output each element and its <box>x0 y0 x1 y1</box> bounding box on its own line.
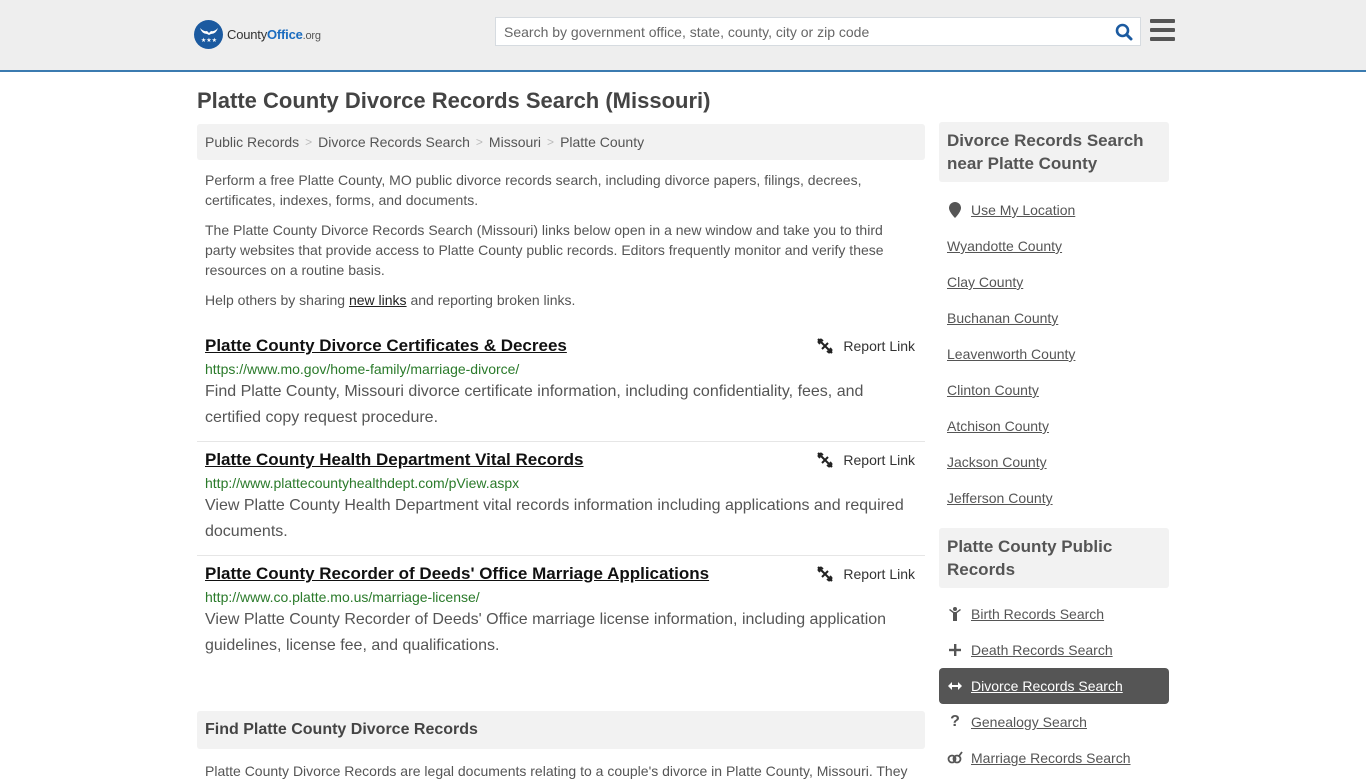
cross-icon <box>947 644 963 656</box>
menu-bar-icon <box>1150 19 1175 23</box>
sidebar: Divorce Records Search near Platte Count… <box>939 122 1169 776</box>
main-content: Public Records > Divorce Records Search … <box>197 124 925 781</box>
sidebar-item-death-records[interactable]: Death Records Search <box>939 632 1169 668</box>
child-icon <box>947 607 963 621</box>
nearby-county-item: Jefferson County <box>939 480 1169 516</box>
breadcrumb-separator: > <box>305 135 313 149</box>
menu-bar-icon <box>1150 37 1175 41</box>
share-links-paragraph: Help others by sharing new links and rep… <box>205 292 576 308</box>
intro-paragraph: Perform a free Platte County, MO public … <box>205 172 862 208</box>
find-records-heading: Find Platte County Divorce Records <box>197 711 925 749</box>
sidebar-link[interactable]: Divorce Records Search <box>971 678 1123 694</box>
sidebar-link[interactable]: Genealogy Search <box>971 714 1087 730</box>
breadcrumb-platte-county[interactable]: Platte County <box>560 134 644 150</box>
breadcrumb-divorce-records-search[interactable]: Divorce Records Search <box>318 134 470 150</box>
nearby-county-link[interactable]: Wyandotte County <box>947 238 1062 254</box>
result-title-link[interactable]: Platte County Recorder of Deeds' Office … <box>205 564 709 584</box>
result-item: Platte County Divorce Certificates & Dec… <box>197 328 925 442</box>
use-my-location-link[interactable]: Use My Location <box>971 202 1075 218</box>
question-icon: ? <box>950 713 960 730</box>
nearby-county-item: Leavenworth County <box>939 336 1169 372</box>
intro: Perform a free Platte County, MO public … <box>197 170 925 310</box>
nearby-county-link[interactable]: Clinton County <box>947 382 1039 398</box>
use-my-location-item: Use My Location <box>939 192 1169 228</box>
nearby-county-item: Jackson County <box>939 444 1169 480</box>
page-title: Platte County Divorce Records Search (Mi… <box>197 88 711 113</box>
result-item: Platte County Health Department Vital Re… <box>197 442 925 556</box>
nearby-county-link[interactable]: Atchison County <box>947 418 1049 434</box>
logo-eagle-icon: ★★★ <box>194 20 223 49</box>
nearby-county-link[interactable]: Clay County <box>947 274 1023 290</box>
sidebar-item-divorce-records[interactable]: Divorce Records Search <box>939 668 1169 704</box>
public-records-heading: Platte County Public Records <box>939 528 1169 588</box>
nearby-county-item: Atchison County <box>939 408 1169 444</box>
nearby-county-item: Clay County <box>939 264 1169 300</box>
nearby-county-link[interactable]: Leavenworth County <box>947 346 1075 362</box>
result-title-link[interactable]: Platte County Health Department Vital Re… <box>205 450 584 470</box>
breadcrumb: Public Records > Divorce Records Search … <box>197 124 925 160</box>
menu-bar-icon <box>1150 28 1175 32</box>
site-header: ★★★ CountyOffice.org <box>0 0 1366 72</box>
find-records-body: Platte County Divorce Records are legal … <box>205 763 908 779</box>
public-records-list: Birth Records Search Death Records Searc… <box>939 588 1169 776</box>
result-url: http://www.co.platte.mo.us/marriage-lice… <box>205 589 480 605</box>
breadcrumb-missouri[interactable]: Missouri <box>489 134 541 150</box>
search-button[interactable] <box>1108 18 1140 45</box>
logo-text: CountyOffice.org <box>227 27 321 42</box>
result-title-link[interactable]: Platte County Divorce Certificates & Dec… <box>205 336 567 356</box>
nearby-county-link[interactable]: Jefferson County <box>947 490 1053 506</box>
map-marker-icon <box>947 202 963 218</box>
intro-paragraph: The Platte County Divorce Records Search… <box>205 222 884 278</box>
sidebar-link[interactable]: Marriage Records Search <box>971 750 1131 766</box>
report-link-button[interactable]: Report Link <box>817 336 915 356</box>
report-link-button[interactable]: Report Link <box>817 450 915 470</box>
search-icon <box>1115 23 1133 40</box>
nearby-county-item: Clinton County <box>939 372 1169 408</box>
sidebar-item-marriage-records[interactable]: Marriage Records Search <box>939 740 1169 776</box>
nearby-county-link[interactable]: Jackson County <box>947 454 1047 470</box>
result-description: View Platte County Recorder of Deeds' Of… <box>205 611 887 654</box>
result-item: Platte County Recorder of Deeds' Office … <box>197 556 925 669</box>
nearby-county-item: Buchanan County <box>939 300 1169 336</box>
result-description: View Platte County Health Department vit… <box>205 497 904 540</box>
broken-link-icon <box>817 566 834 582</box>
svg-text:★★★: ★★★ <box>200 37 216 44</box>
result-description: Find Platte County, Missouri divorce cer… <box>205 383 864 426</box>
site-logo[interactable]: ★★★ CountyOffice.org <box>194 20 321 49</box>
nearby-list: Use My Location Wyandotte County Clay Co… <box>939 182 1169 516</box>
sidebar-link[interactable]: Birth Records Search <box>971 606 1104 622</box>
sidebar-item-birth-records[interactable]: Birth Records Search <box>939 596 1169 632</box>
breadcrumb-separator: > <box>475 135 483 149</box>
report-link-button[interactable]: Report Link <box>817 564 915 584</box>
gender-icon <box>947 751 963 765</box>
result-url: http://www.plattecountyhealthdept.com/pV… <box>205 475 520 491</box>
broken-link-icon <box>817 338 834 354</box>
search-input[interactable] <box>496 18 1108 45</box>
breadcrumb-public-records[interactable]: Public Records <box>205 134 299 150</box>
breadcrumb-separator: > <box>547 135 555 149</box>
nearby-county-link[interactable]: Buchanan County <box>947 310 1058 326</box>
search-bar <box>495 17 1141 46</box>
sidebar-link[interactable]: Death Records Search <box>971 642 1113 658</box>
sidebar-item-genealogy[interactable]: ? Genealogy Search <box>939 704 1169 740</box>
result-url: https://www.mo.gov/home-family/marriage-… <box>205 361 520 377</box>
nearby-heading: Divorce Records Search near Platte Count… <box>939 122 1169 182</box>
arrows-horizontal-icon <box>947 681 963 691</box>
broken-link-icon <box>817 452 834 468</box>
new-links-link[interactable]: new links <box>349 292 407 308</box>
hamburger-menu-button[interactable] <box>1150 19 1175 41</box>
nearby-county-item: Wyandotte County <box>939 228 1169 264</box>
